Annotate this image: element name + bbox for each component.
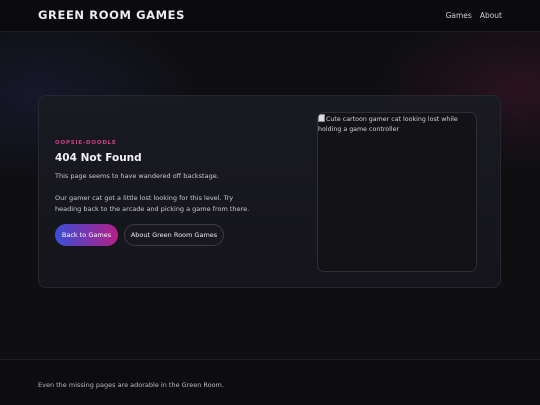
brand-logo[interactable]: GREEN ROOM GAMES — [38, 8, 185, 22]
not-found-card: OOPSIE-DOODLE 404 Not Found This page se… — [38, 95, 501, 288]
footer-text: Even the missing pages are adorable in t… — [38, 381, 224, 389]
nav-link-about[interactable]: About — [480, 11, 502, 20]
page-title: 404 Not Found — [55, 152, 142, 164]
site-footer: Even the missing pages are adorable in t… — [0, 359, 540, 405]
subtitle-text: This page seems to have wandered off bac… — [55, 172, 219, 180]
site-header: GREEN ROOM GAMES Games About — [0, 0, 540, 32]
page: GREEN ROOM GAMES Games About OOPSIE-DOOD… — [0, 0, 540, 405]
image-alt-text: Cute cartoon gamer cat looking lost whil… — [318, 116, 458, 133]
cat-image: Cute cartoon gamer cat looking lost whil… — [318, 114, 476, 135]
nav-link-games[interactable]: Games — [446, 11, 472, 20]
broken-image-icon — [318, 114, 325, 122]
body-text: Our gamer cat got a little lost looking … — [55, 194, 250, 213]
back-to-games-button[interactable]: Back to Games — [55, 224, 118, 246]
main-nav: Games About — [446, 11, 502, 20]
cat-image-frame: Cute cartoon gamer cat looking lost whil… — [317, 112, 477, 272]
eyebrow-label: OOPSIE-DOODLE — [55, 140, 117, 146]
about-button[interactable]: About Green Room Games — [124, 224, 224, 246]
